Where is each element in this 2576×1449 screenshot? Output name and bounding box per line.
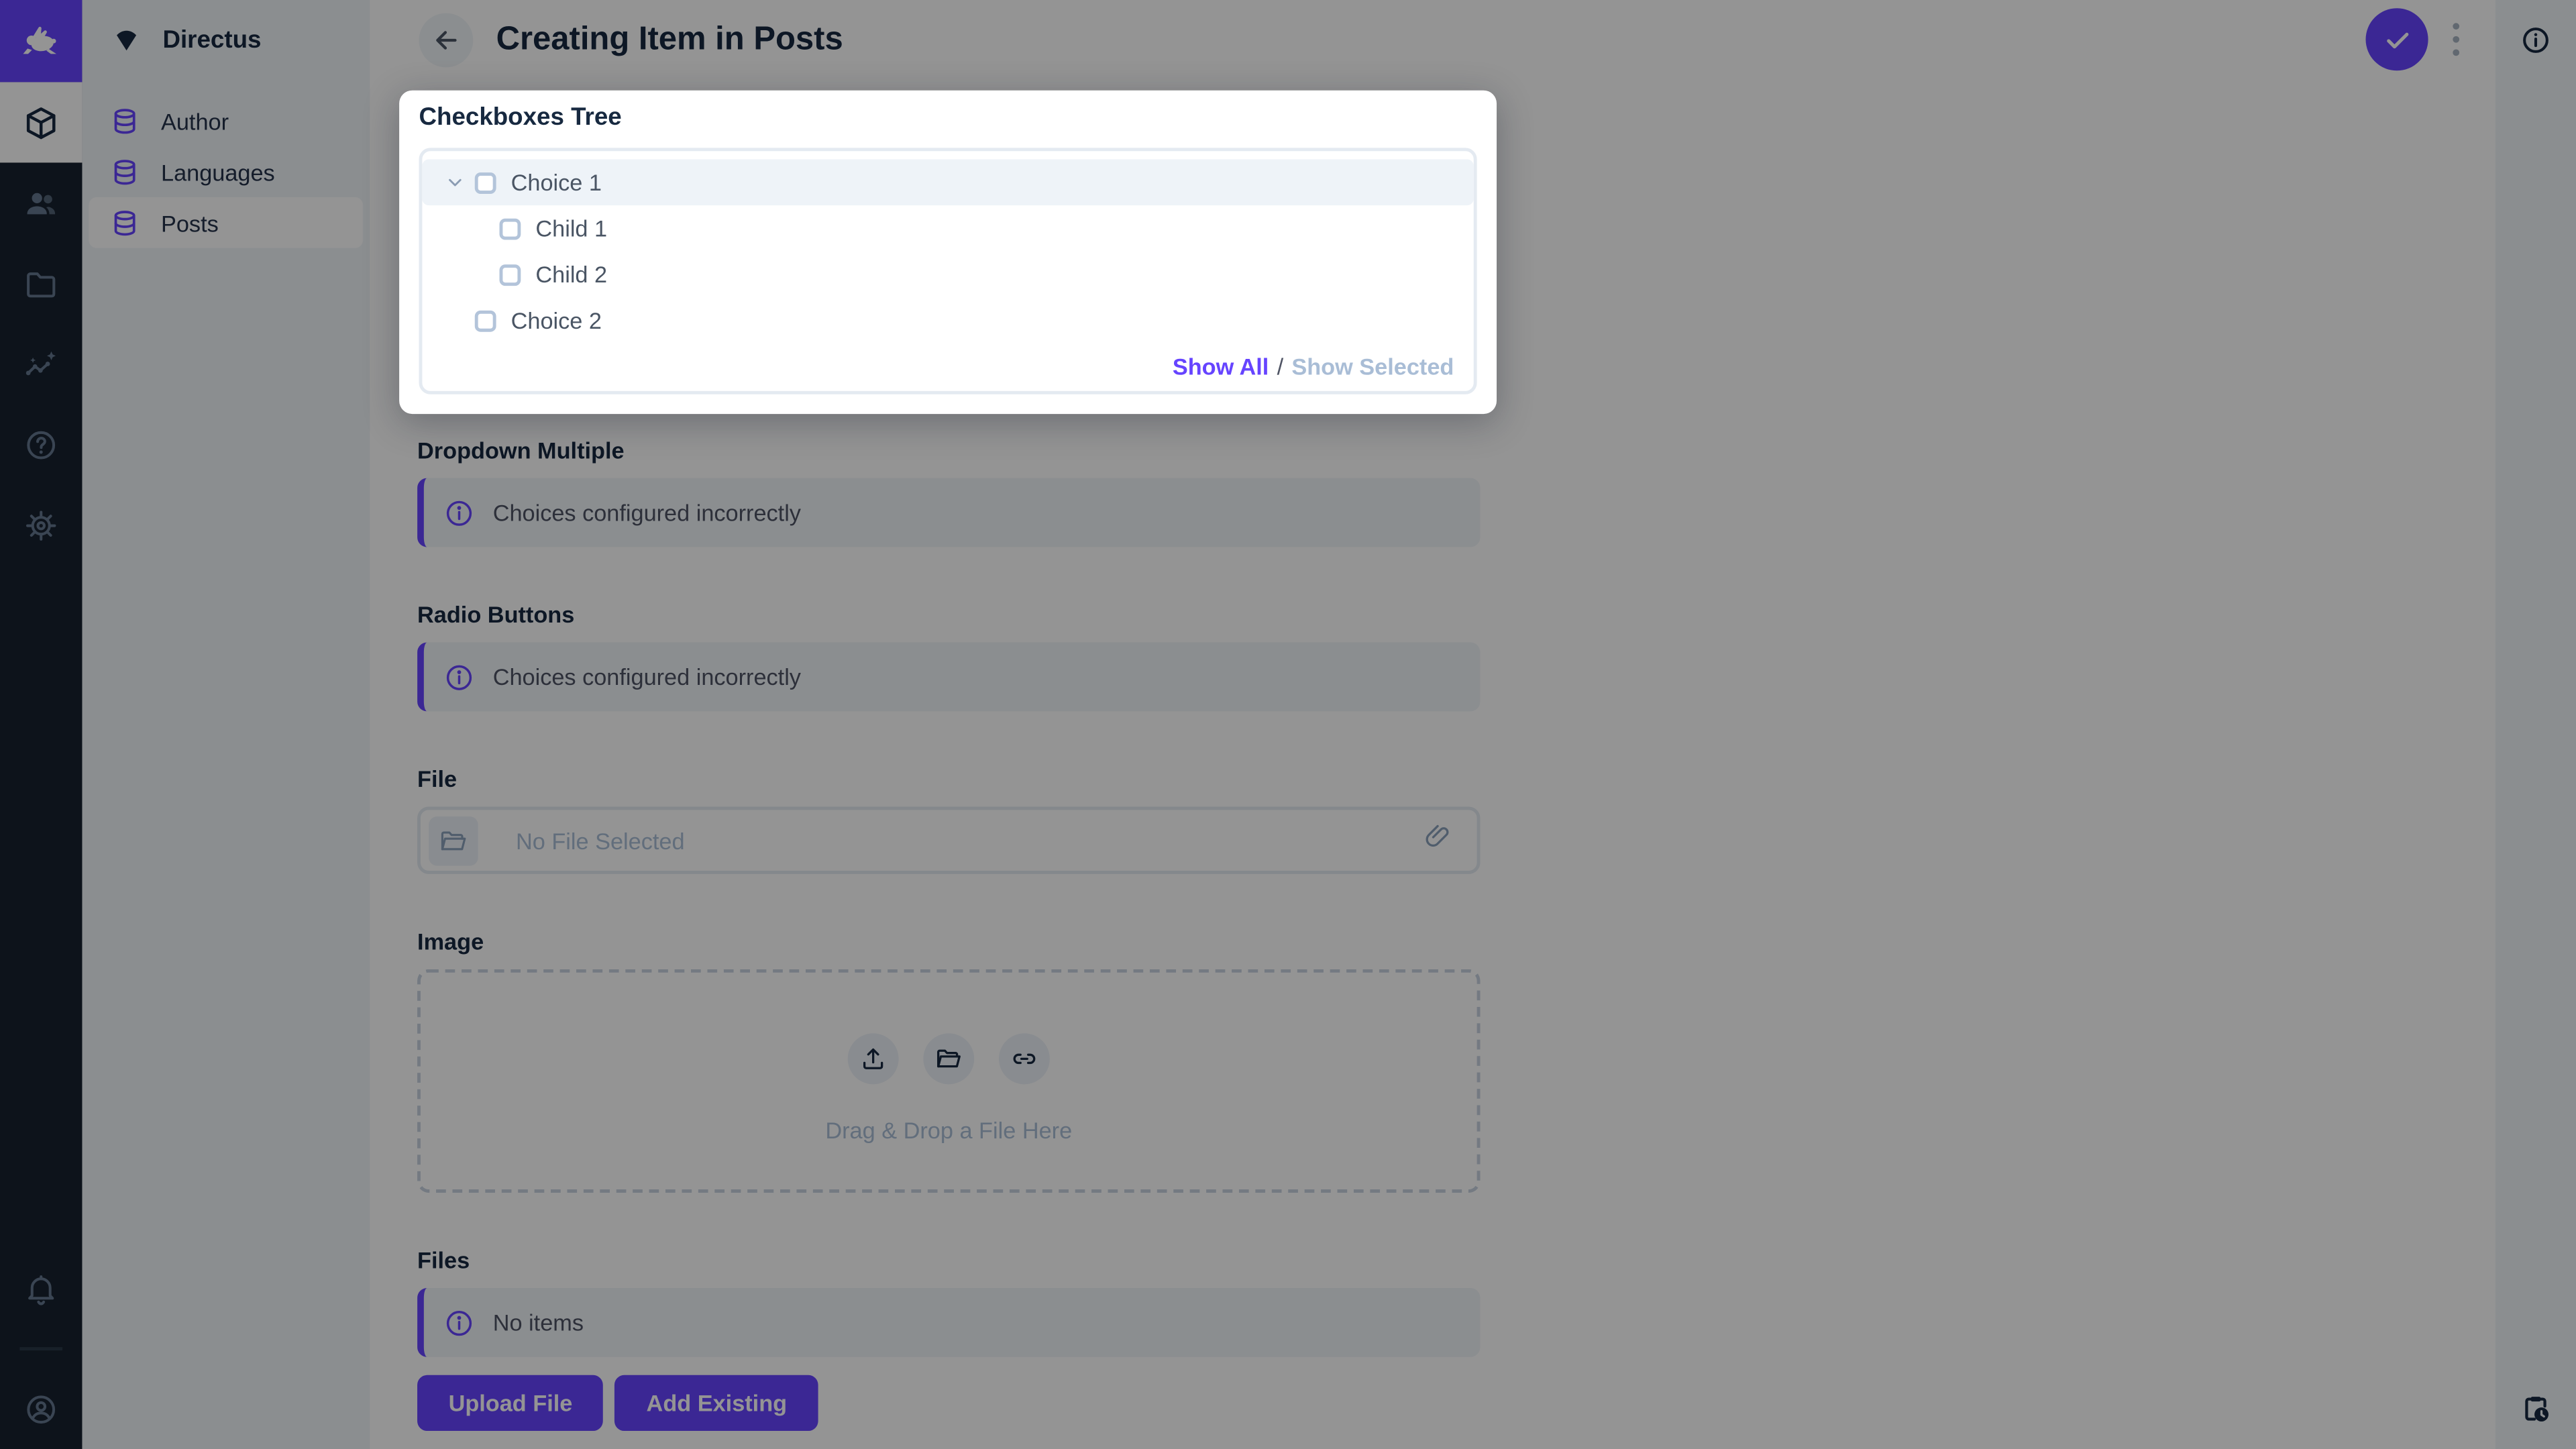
checkbox[interactable] [499,217,521,239]
card-title: Checkboxes Tree [419,103,1477,133]
tree-item-child-1[interactable]: Child 1 [422,205,1473,252]
checkbox[interactable] [499,264,521,285]
tree-item-label: Choice 2 [511,307,602,333]
footer-separator: / [1277,354,1284,380]
checkbox[interactable] [475,172,496,193]
checkbox[interactable] [475,310,496,331]
tree-item-label: Child 2 [535,261,607,287]
checkboxes-tree: Choice 1 Child 1 Child 2 Choice 2 Show A… [419,148,1477,394]
tree-item-choice-1[interactable]: Choice 1 [422,160,1473,206]
show-all-link[interactable]: Show All [1173,354,1269,380]
tree-item-choice-2[interactable]: Choice 2 [422,297,1473,343]
tree-item-label: Child 1 [535,215,607,241]
show-selected-link[interactable]: Show Selected [1291,354,1454,380]
tree-item-label: Choice 1 [511,169,602,195]
tree-footer: Show All / Show Selected [422,343,1473,386]
app-window: Directus Author L [0,0,2576,1449]
tree-item-child-2[interactable]: Child 2 [422,252,1473,298]
checkboxes-tree-card: Checkboxes Tree Choice 1 Child 1 Child 2 [399,91,1497,414]
chevron-down-icon[interactable] [443,171,475,194]
